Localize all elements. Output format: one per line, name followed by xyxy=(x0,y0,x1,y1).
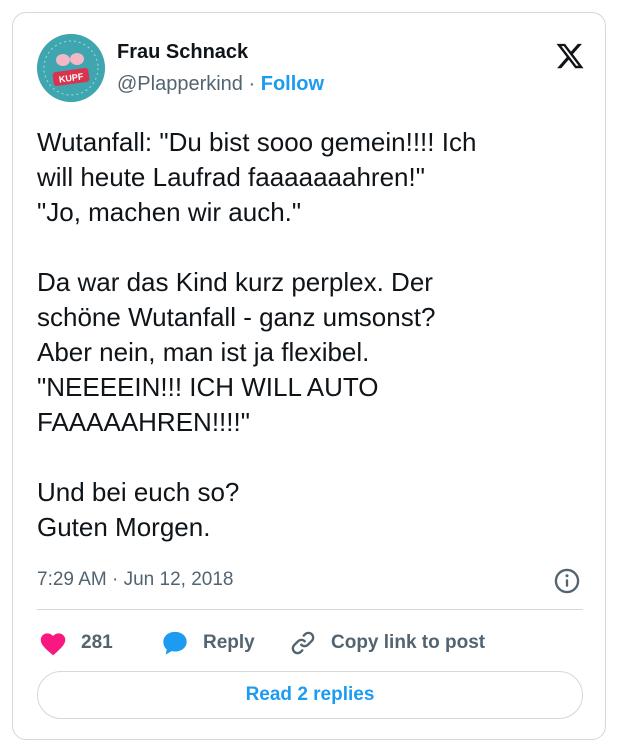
author-handle-line: @Plapperkind · Follow xyxy=(117,73,324,96)
info-icon[interactable] xyxy=(553,567,581,595)
tweet-date: Jun 12, 2018 xyxy=(123,569,234,590)
copy-link-label: Copy link to post xyxy=(331,632,486,653)
tweet-time: 7:29 AM xyxy=(37,569,107,590)
reply-button[interactable]: Reply xyxy=(161,627,255,659)
divider xyxy=(37,609,583,610)
reply-label: Reply xyxy=(203,632,255,653)
author-name[interactable]: Frau Schnack xyxy=(117,41,248,64)
speech-bubble-icon xyxy=(163,631,187,655)
tweet-card: KUPF Frau Schnack @Plapperkind · Follow … xyxy=(12,12,606,740)
tweet-timestamp[interactable]: 7:29 AM · Jun 12, 2018 xyxy=(37,569,233,591)
handle-separator: · xyxy=(248,73,256,95)
copy-link-button[interactable]: Copy link to post xyxy=(289,627,485,659)
avatar-image: KUPF xyxy=(37,34,105,102)
link-icon xyxy=(291,631,315,655)
read-replies-label: Read 2 replies xyxy=(245,684,375,705)
x-logo-icon[interactable] xyxy=(554,41,586,71)
like-count: 281 xyxy=(81,632,113,653)
follow-button[interactable]: Follow xyxy=(261,73,324,95)
heart-icon xyxy=(40,633,66,656)
author-handle[interactable]: @Plapperkind xyxy=(117,73,243,95)
like-button[interactable]: 281 xyxy=(39,627,113,659)
tweet-text: Wutanfall: "Du bist sooo gemein!!!! Ich … xyxy=(37,127,477,542)
read-replies-button[interactable]: Read 2 replies xyxy=(37,671,583,719)
timestamp-separator: · xyxy=(112,569,124,590)
avatar[interactable]: KUPF xyxy=(37,34,105,102)
